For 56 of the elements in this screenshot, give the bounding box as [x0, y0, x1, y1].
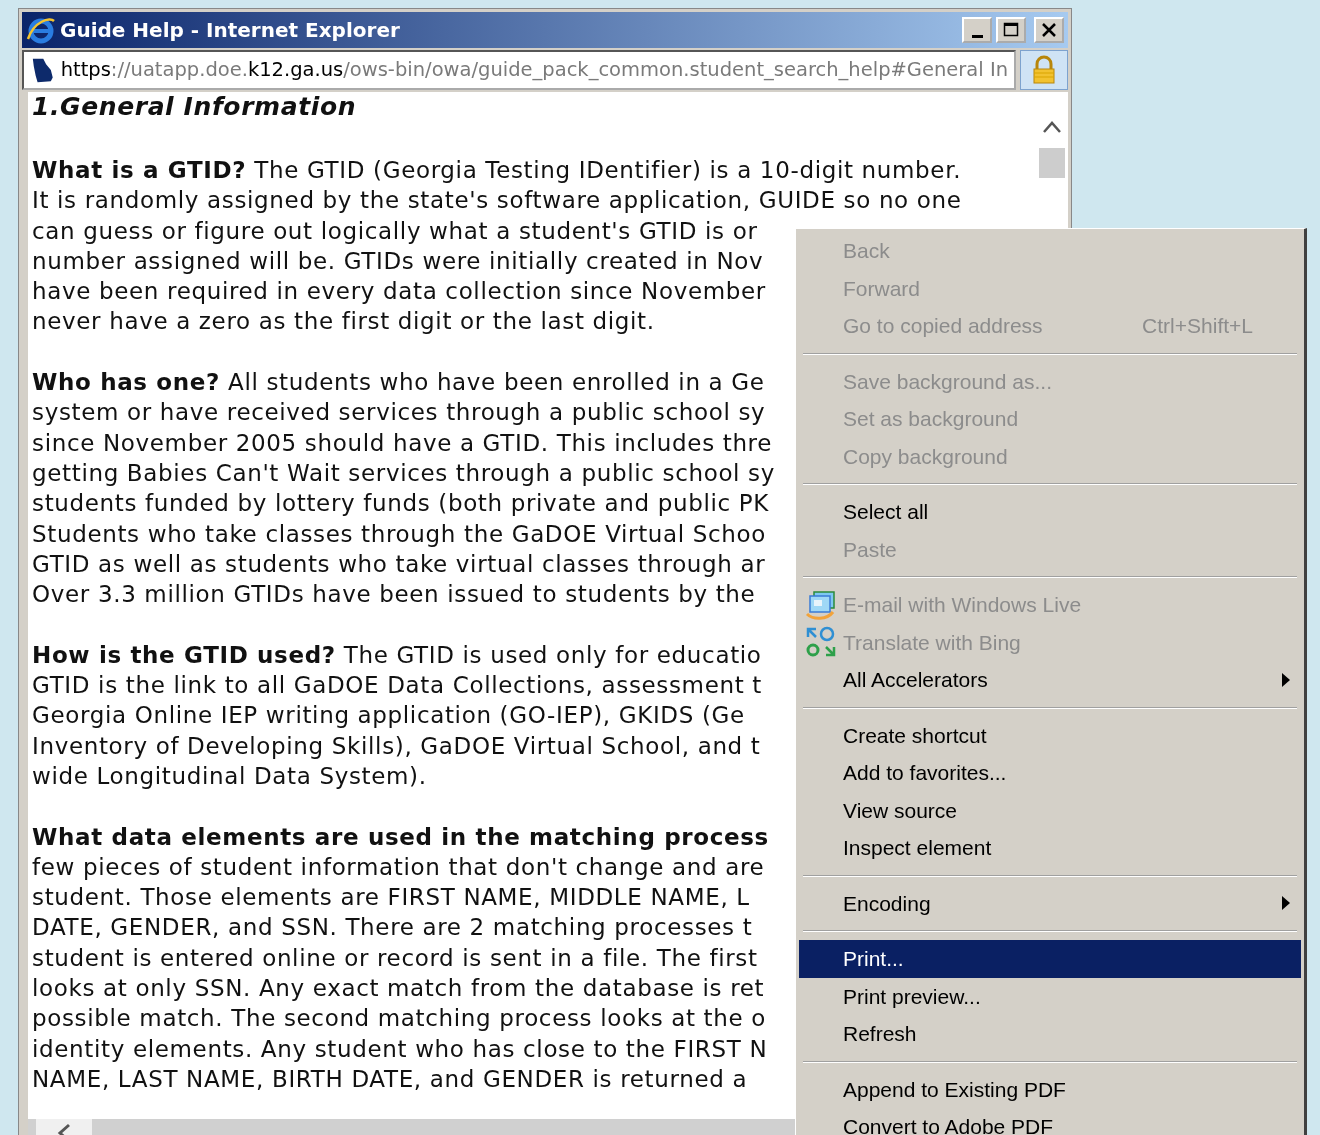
paragraph-line: How is the GTID used? The GTID is used only for educatio: [32, 640, 762, 670]
shortcut-text: Ctrl+Shift+L: [1142, 313, 1253, 339]
menu-item[interactable]: Encoding: [799, 884, 1301, 922]
paragraph-line: DATE, GENDER, and SSN. There are 2 matching processes t: [32, 913, 753, 943]
paragraph-line: identity elements. Any student who has close to the FIRST N: [32, 1034, 768, 1064]
maximize-icon: [1003, 22, 1019, 38]
minimize-icon: [971, 34, 983, 38]
paragraph-line: students funded by lottery funds (both private and public PK: [32, 489, 770, 519]
paragraph-line: few pieces of student information that don't change and are: [32, 852, 765, 882]
paragraph-line: NAME, LAST NAME, BIRTH DATE, and GENDER is returned a: [32, 1064, 748, 1094]
menu-item[interactable]: Select all: [799, 493, 1301, 531]
paragraph-line: Inventory of Developing Skills), GaDOE Virtual School, and t: [32, 731, 761, 761]
paragraph-line: student. Those elements are FIRST NAME, MIDDLE NAME, L: [32, 883, 750, 913]
menu-item[interactable]: Convert to Adobe PDF: [799, 1108, 1301, 1135]
scroll-thumb[interactable]: [1039, 148, 1065, 178]
paragraph-line: Students who take classes through the GaDOE Virtual Schoo: [32, 519, 766, 549]
paragraph-line: number assigned will be. GTIDs were initially created in Nov: [32, 246, 764, 276]
scroll-up-icon[interactable]: [1042, 120, 1062, 134]
paragraph-line: What data elements are used in the matching process: [32, 822, 769, 852]
menu-item[interactable]: Create shortcut: [799, 716, 1301, 754]
state-map-icon: [30, 56, 55, 84]
translate-icon: [805, 626, 837, 659]
paragraph-line: GTID is the link to all GaDOE Data Collections, assessment t: [32, 671, 762, 701]
paragraph-line: getting Babies Can't Wait services through a public school sy: [32, 458, 775, 488]
menu-item[interactable]: Inspect element: [799, 829, 1301, 867]
paragraph-line: Who has one? All students who have been enrolled in a Ge: [32, 368, 765, 398]
menu-item[interactable]: Refresh: [799, 1015, 1301, 1053]
menu-item[interactable]: Add to favorites...: [799, 754, 1301, 792]
menu-item[interactable]: Append to Existing PDF: [799, 1070, 1301, 1108]
close-button[interactable]: [1034, 17, 1064, 43]
paragraph-line: possible match. The second matching process looks at the o: [32, 1004, 766, 1034]
paragraph-line: GTID as well as students who take virtual classes through ar: [32, 549, 766, 579]
paragraph-line: Georgia Online IEP writing application (GO-IEP), GKIDS (Ge: [32, 701, 745, 731]
paragraph-line: system or have received services through a public school sy: [32, 398, 766, 428]
menu-item[interactable]: View source: [799, 791, 1301, 829]
browser-icon: [26, 15, 56, 45]
paragraph-line: looks at only SSN. Any exact match from the database is ret: [32, 974, 765, 1003]
page-heading: 1.General Information: [32, 92, 358, 122]
paragraph-line: Over 3.3 million GTIDs have been issued to students by the: [32, 580, 756, 610]
menu-item[interactable]: Print preview...: [799, 977, 1301, 1015]
paragraph-line: have been required in every data collection since November: [32, 277, 766, 307]
minimize-button[interactable]: [962, 17, 992, 43]
paragraph-line: What is a GTID? The GTID (Georgia Testing IDentifier) is a 10-digit number.: [32, 156, 962, 185]
menu-item[interactable]: Print...: [799, 940, 1301, 978]
paragraph-line: never have a zero as the first digit or the last digit.: [32, 307, 655, 337]
paragraph-line: wide Longitudinal Data System).: [32, 761, 427, 791]
window-title: Guide Help - Internet Explorer: [60, 17, 401, 44]
mail-windows-icon: [805, 589, 837, 620]
close-icon: [1041, 22, 1057, 38]
paragraph-line: student is entered online or record is sent in a file. The first: [32, 943, 758, 973]
maximize-button[interactable]: [996, 17, 1026, 43]
menu-item[interactable]: All Accelerators: [799, 661, 1301, 699]
address-field[interactable]: https://uatapp.doe.k12.ga.us/ows-bin/owa/guide_pack_common.student_search_help#General In: [22, 50, 1016, 90]
paragraph-line: can guess or figure out logically what a student's GTID is or: [32, 216, 758, 246]
paragraph-line: since November 2005 should have a GTID. This includes thre: [32, 428, 773, 458]
paragraph-line: It is randomly assigned by the state's software application, GUIDE so no one: [32, 186, 962, 216]
